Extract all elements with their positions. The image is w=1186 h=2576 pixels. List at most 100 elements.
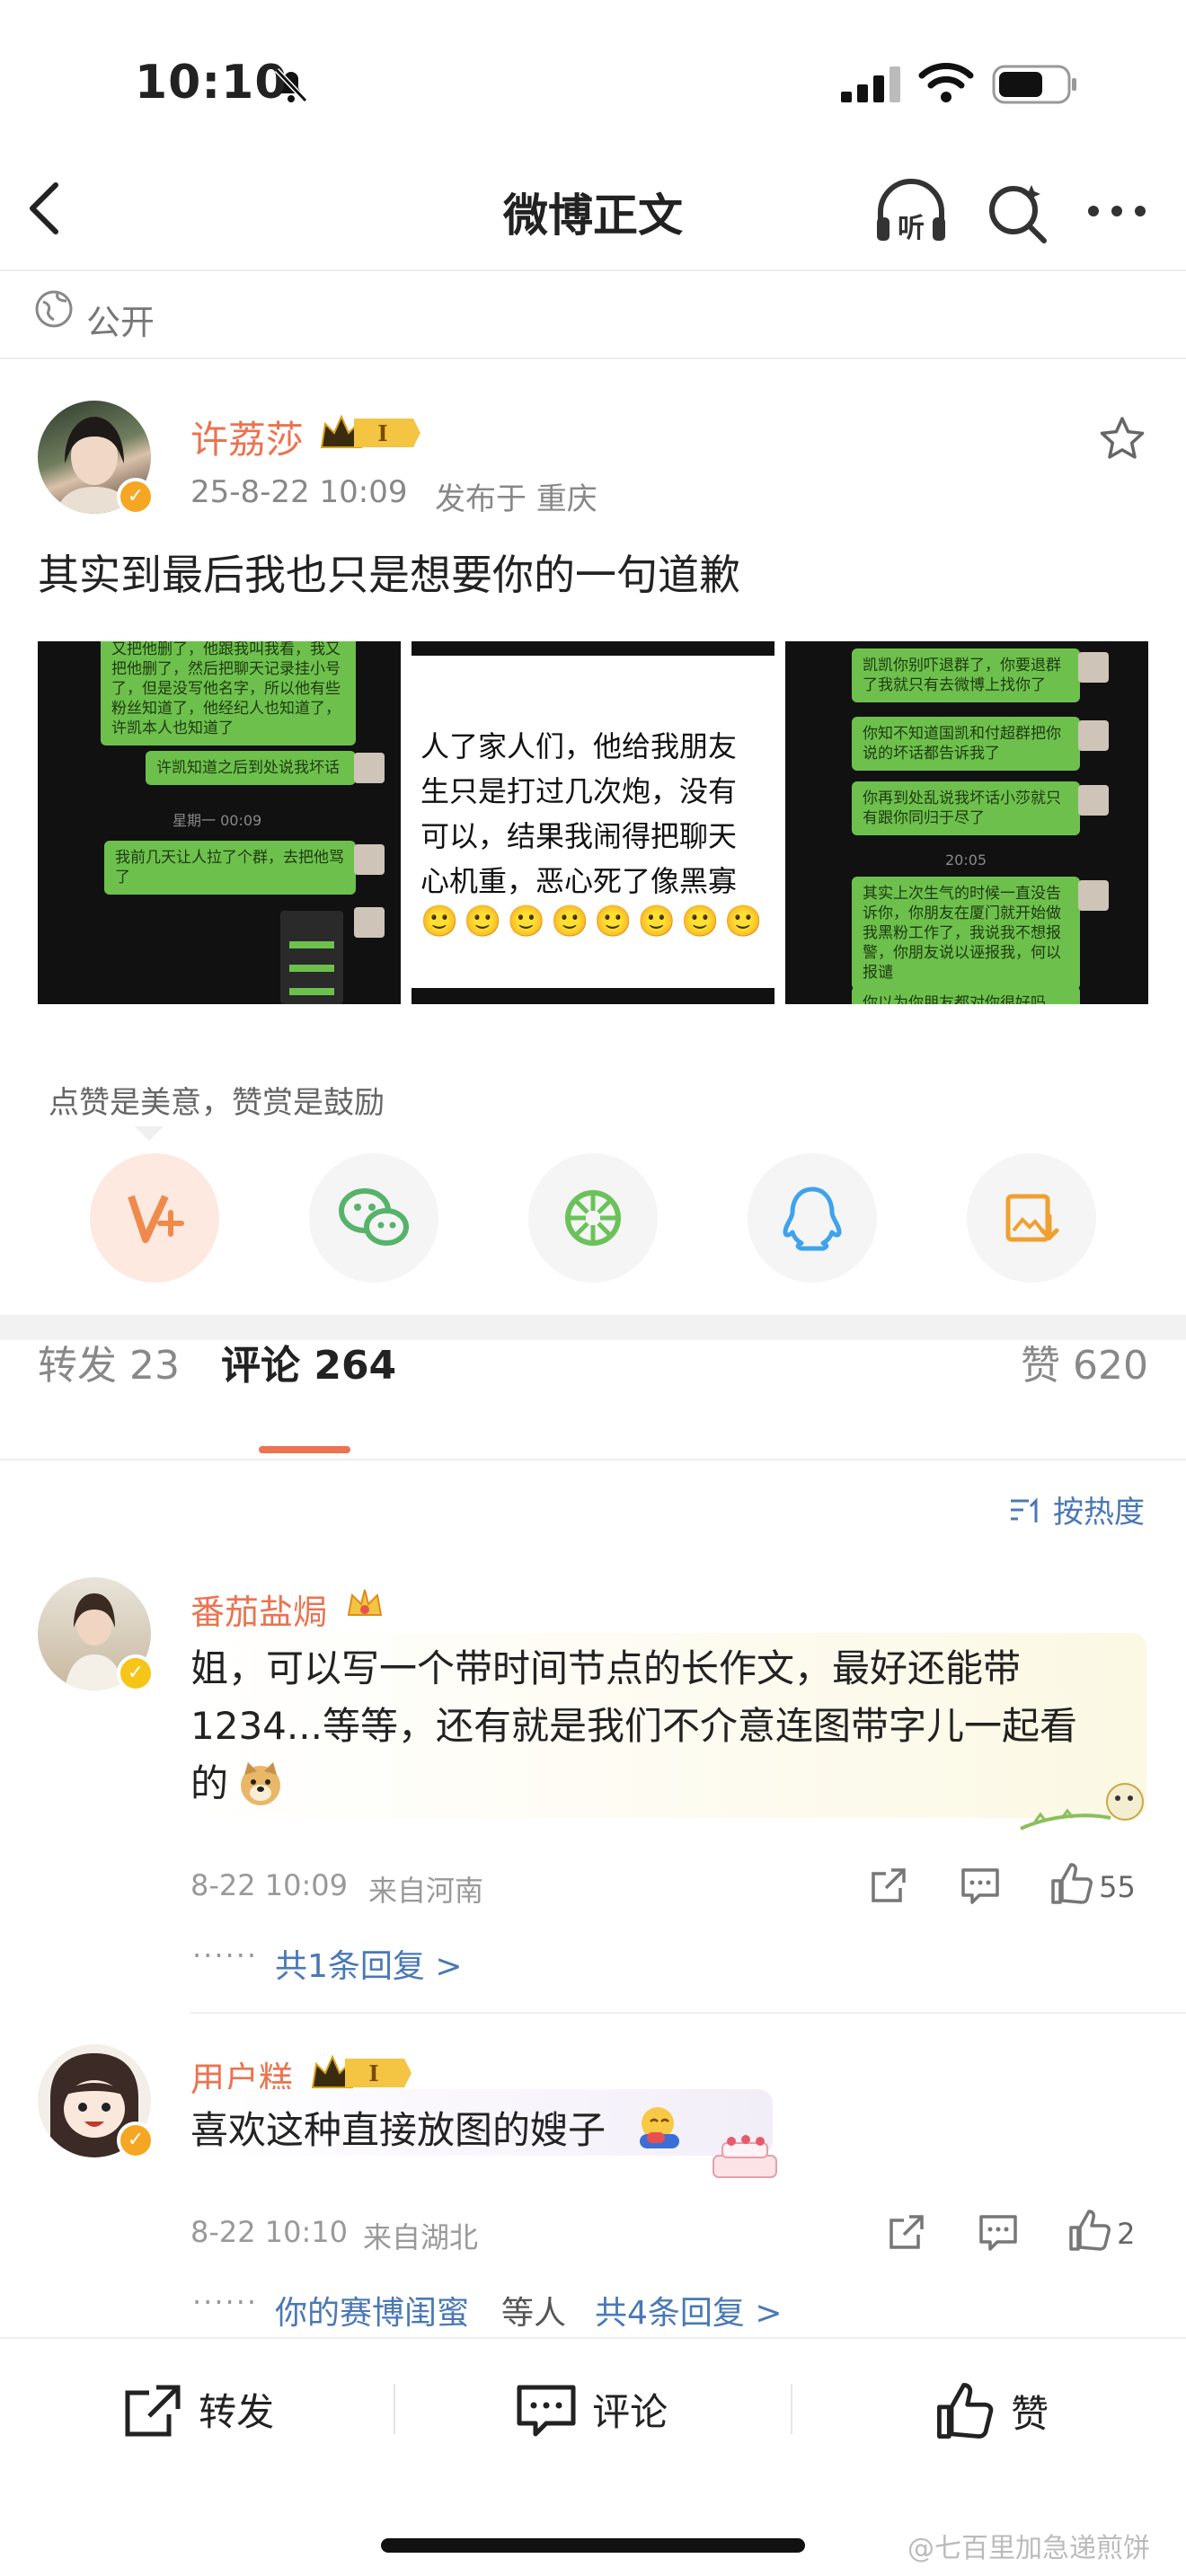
reply-user-link[interactable]: 你的赛博闺蜜	[275, 2287, 469, 2333]
like-comment-button[interactable]: 2	[1067, 2208, 1135, 2253]
sort-by-hot-button[interactable]: 按热度	[1007, 1487, 1145, 1531]
comment-time: 8-22 10:10	[190, 2215, 349, 2249]
hug-emoji-icon	[634, 2102, 685, 2156]
verified-badge-icon: ✓	[117, 478, 155, 516]
tabs-divider	[0, 1459, 1186, 1460]
thumbs-up-icon	[1051, 1863, 1093, 1904]
view-replies-link[interactable]: 共1条回复 >	[275, 1940, 463, 1987]
sort-icon	[1011, 1497, 1038, 1522]
reply-comment-icon[interactable]	[960, 1865, 1001, 1910]
tab-comments[interactable]: 评论 264	[221, 1333, 396, 1390]
reply-comment-icon[interactable]	[978, 2211, 1019, 2256]
wifi-icon	[918, 61, 974, 108]
post-location: 发布于 重庆	[435, 481, 597, 517]
watermark: @七百里加急递煎饼	[907, 2533, 1150, 2564]
tab-likes-count: 620	[1073, 1343, 1148, 1389]
chat-bubble: 你以为你朋友都对你很好吗，还到	[852, 986, 1080, 1004]
smiley-emoji-row: 🙂🙂🙂🙂🙂🙂🙂🙂	[420, 904, 768, 940]
praise-tip: 点赞是美意，赞赏是鼓励	[49, 1085, 385, 1121]
chat-time: 20:05	[945, 851, 987, 869]
comment-text: 喜欢这种直接放图的嫂子	[190, 2108, 606, 2152]
qq-share-button[interactable]	[748, 1153, 877, 1283]
tab-repost-label: 转发	[38, 1343, 117, 1389]
view-replies-link[interactable]: 共4条回复 >	[595, 2287, 783, 2333]
tab-repost-count: 23	[129, 1343, 180, 1389]
favorite-star-icon[interactable]	[1098, 415, 1146, 467]
crown-badge-icon	[345, 1584, 385, 1628]
post-image-3[interactable]: 凯凯你别吓退群了，你要退群了我就只有去微博上找你了 你知不知道国凯和付超群把你说…	[785, 641, 1148, 1004]
listen-button[interactable]: 听	[873, 178, 949, 250]
chat-avatar	[354, 753, 385, 783]
globe-icon	[34, 289, 74, 332]
bottom-action-bar: 转发 评论 赞	[0, 2337, 1186, 2483]
bottom-comment-button[interactable]: 评论	[516, 2382, 668, 2439]
svg-text:听: 听	[898, 213, 925, 244]
bottom-divider	[394, 2384, 395, 2434]
decorative-sticker-icon	[1017, 1775, 1161, 1841]
reply-suffix: 等人	[501, 2295, 567, 2332]
chat-avatar	[354, 844, 385, 875]
reply-dots: ······	[192, 1938, 259, 1972]
chat-avatar	[1078, 652, 1109, 683]
chat-avatar	[1078, 785, 1109, 816]
repost-icon	[125, 2385, 181, 2437]
save-image-button[interactable]	[967, 1153, 1096, 1283]
vip-level-text: I	[377, 420, 387, 446]
bottom-repost-button[interactable]: 转发	[122, 2382, 274, 2439]
reply-dots: ······	[192, 2285, 259, 2319]
thumbs-up-icon	[937, 2383, 994, 2439]
like-comment-button[interactable]: 55	[1049, 1861, 1136, 1906]
share-comment-icon[interactable]	[886, 2211, 927, 2256]
author-name[interactable]: 许荔莎	[190, 410, 304, 464]
bottom-like-button[interactable]: 赞	[934, 2380, 1049, 2441]
comment-like-count: 55	[1099, 1870, 1136, 1904]
chat-bubble: 许凯知道之后到处说我坏话	[146, 751, 356, 785]
tab-likes[interactable]: 赞 620	[1021, 1333, 1148, 1390]
post-text: 其实到最后我也只是想要你的一句道歉	[38, 551, 740, 599]
share-comment-icon[interactable]	[868, 1865, 909, 1910]
image-text-line: 生只是打过几次炮，没有	[420, 774, 738, 808]
chat-avatar	[1078, 720, 1109, 751]
nav-divider	[0, 269, 1186, 271]
bottom-comment-label: 评论	[592, 2390, 668, 2434]
tip-arrow-icon	[135, 1126, 164, 1141]
wechat-share-button[interactable]	[309, 1153, 438, 1283]
cake-sticker-icon	[704, 2129, 785, 2186]
tab-comments-label: 评论	[221, 1343, 300, 1389]
active-tab-indicator	[259, 1446, 350, 1453]
comment-text-line: 姐，可以写一个带时间节点的长作文，最好还能带	[190, 1646, 1022, 1690]
comment-location: 来自湖北	[363, 2220, 479, 2254]
home-indicator[interactable]	[381, 2538, 805, 2553]
more-icon[interactable]	[1085, 198, 1148, 228]
verified-badge-icon: ✓	[117, 1654, 155, 1692]
chat-bubble: 凯凯你别吓退群了，你要退群了我就只有去微博上找你了	[852, 648, 1080, 702]
chat-avatar	[1078, 880, 1109, 911]
v-plus-reward-button[interactable]	[90, 1153, 219, 1283]
image-text-line: 可以，结果我闹得把聊天	[420, 819, 738, 853]
status-time: 10:10	[135, 56, 288, 110]
vip-crown-badge-icon[interactable]: I	[318, 411, 422, 458]
tab-repost[interactable]: 转发 23	[38, 1333, 180, 1390]
comment-location: 来自河南	[368, 1874, 484, 1908]
bottom-divider	[791, 2384, 792, 2434]
verified-badge-icon: ✓	[117, 2122, 155, 2159]
chat-bubble: 又把他删了，他跟我叫我看，我又把他删了，然后把聊天记录挂小号了，但是没写他名字，…	[101, 641, 356, 745]
chat-bubble: 你再到处乱说我坏话小莎就只有跟你同归于尽了	[852, 781, 1080, 835]
sort-label: 按热度	[1053, 1495, 1145, 1531]
comment-text-line: 1234...等等，还有就是我们不介意连图带字儿一起看	[190, 1704, 1077, 1748]
comment-like-count: 2	[1117, 2217, 1136, 2251]
chat-bubble: 你知不知道国凯和付超群把你说的坏话都告诉我了	[852, 717, 1080, 771]
comment-time: 8-22 10:09	[190, 1868, 349, 1902]
post-image-2[interactable]: 人了家人们，他给我朋友 生只是打过几次炮，没有 可以，结果我闹得把聊天 心机重，…	[412, 641, 774, 1004]
chat-bubble: 我前几天让人拉了个群，去把他骂了	[104, 841, 356, 895]
vip-level-text: I	[368, 2060, 378, 2086]
bottom-like-label: 赞	[1011, 2392, 1049, 2436]
chat-bubble: 其实上次生气的时候一直没告诉你，你朋友在厦门就开始做我黑粉工作了，我说我不想报警…	[852, 877, 1080, 990]
search-button[interactable]	[985, 180, 1051, 250]
moments-share-button[interactable]	[528, 1153, 658, 1283]
comment-divider	[190, 2012, 1186, 2014]
comment-author[interactable]: 番茄盐焗	[190, 1584, 327, 1634]
chat-avatar	[354, 907, 385, 938]
post-image-1[interactable]: 又把他删了，他跟我叫我看，我又把他删了，然后把聊天记录挂小号了，但是没写他名字，…	[38, 641, 401, 1004]
cellular-signal-icon	[839, 65, 902, 108]
